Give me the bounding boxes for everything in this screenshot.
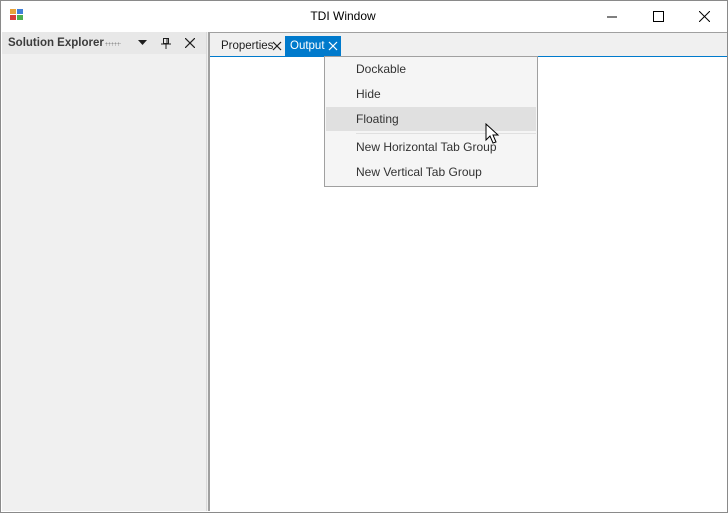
menu-item-floating[interactable]: Floating: [326, 107, 536, 131]
mouse-cursor-icon: [485, 123, 500, 144]
maximize-button[interactable]: [635, 1, 681, 32]
close-button[interactable]: [681, 1, 727, 32]
menu-item-hide[interactable]: Hide: [326, 82, 536, 106]
tab-context-menu: Dockable Hide Floating New Horizontal Ta…: [324, 56, 538, 187]
menu-item-new-horizontal-tab-group[interactable]: New Horizontal Tab Group: [326, 135, 536, 159]
maximize-icon: [652, 11, 664, 22]
pin-icon: [161, 37, 171, 49]
menu-item-dockable[interactable]: Dockable: [326, 57, 536, 81]
close-icon: [698, 11, 710, 22]
minimize-icon: [607, 16, 617, 17]
title-bar[interactable]: TDI Window: [1, 1, 727, 32]
tab-properties[interactable]: Properties: [211, 36, 285, 56]
panel-title: Solution Explorer: [8, 37, 104, 49]
menu-separator: [356, 133, 536, 134]
panel-menu-button[interactable]: [134, 35, 150, 51]
dropdown-arrow-icon: [137, 40, 147, 45]
tdi-window: TDI Window Solution Explorer Properties …: [0, 0, 728, 513]
minimize-button[interactable]: [589, 1, 635, 32]
close-icon[interactable]: [272, 41, 282, 51]
panel-close-button[interactable]: [182, 35, 198, 51]
tab-output[interactable]: Output: [285, 36, 341, 56]
tab-label: Properties: [221, 40, 274, 52]
panel-header[interactable]: Solution Explorer: [2, 32, 206, 54]
tab-strip: Properties Output: [210, 32, 727, 58]
tab-label: Output: [290, 40, 325, 52]
window-title: TDI Window: [310, 9, 376, 23]
drag-grip[interactable]: [105, 42, 121, 46]
pin-button[interactable]: [158, 35, 174, 51]
solution-explorer-panel: Solution Explorer: [2, 32, 206, 511]
close-icon[interactable]: [328, 41, 338, 51]
close-icon: [185, 38, 195, 48]
menu-item-new-vertical-tab-group[interactable]: New Vertical Tab Group: [326, 160, 536, 184]
